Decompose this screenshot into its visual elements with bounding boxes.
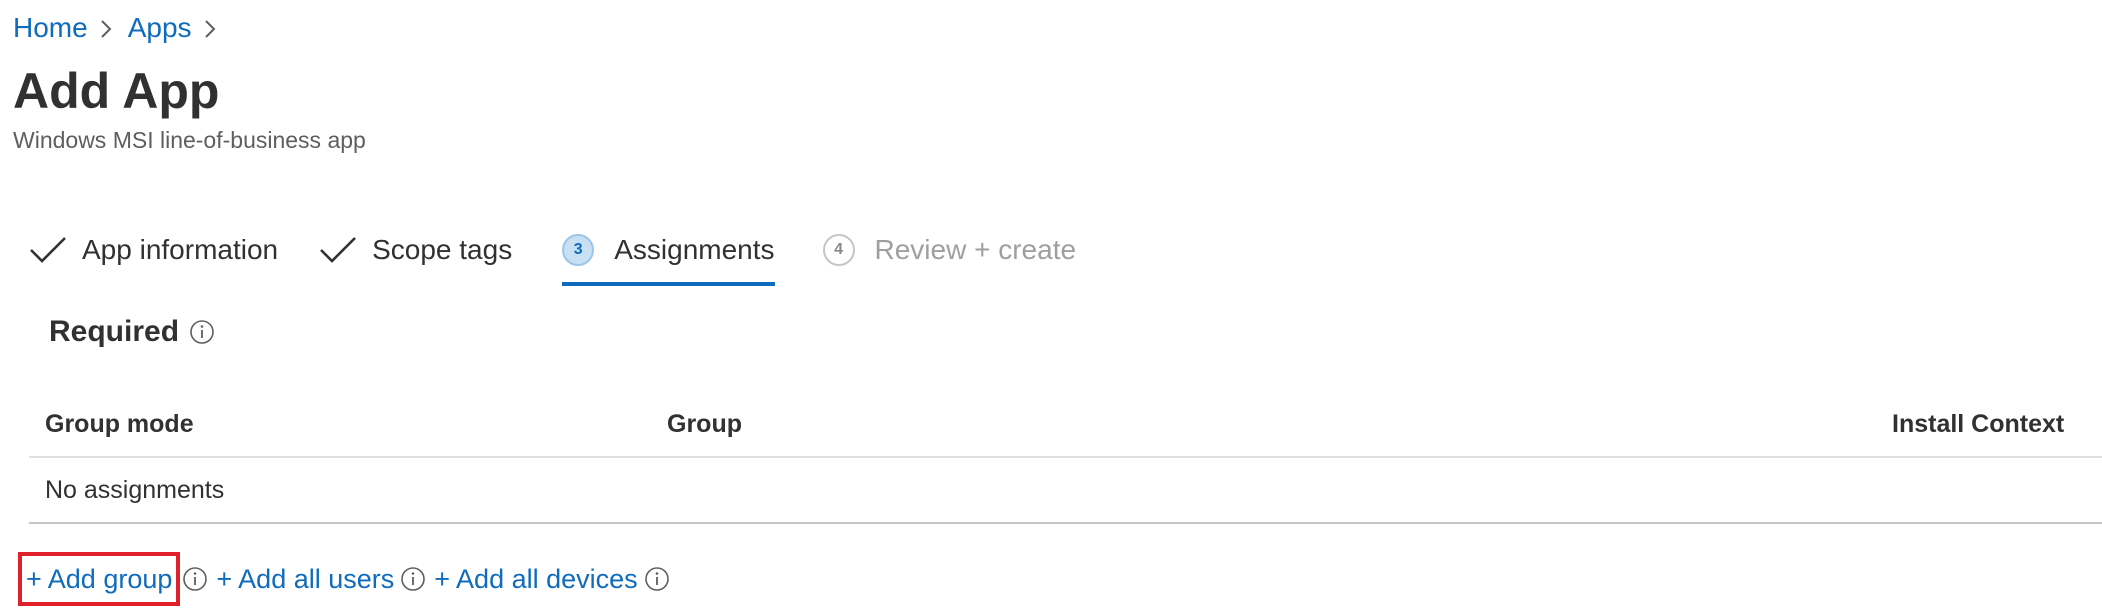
breadcrumb-apps-link[interactable]: Apps <box>128 10 192 46</box>
step-app-information[interactable]: App information <box>28 228 278 272</box>
step-number-badge: 4 <box>822 234 855 266</box>
table-header-row: Group mode Group Install Context <box>29 392 2102 458</box>
info-icon[interactable] <box>400 566 426 592</box>
add-all-users-link[interactable]: + Add all users <box>216 556 394 602</box>
add-all-devices-link[interactable]: + Add all devices <box>434 556 637 602</box>
required-section-title: Required <box>49 315 215 349</box>
step-review-create[interactable]: 4 Review + create <box>822 228 1077 272</box>
column-header-install-context: Install Context <box>1892 410 2065 438</box>
column-header-group-mode: Group mode <box>45 410 194 438</box>
section-title-label: Required <box>49 315 180 348</box>
page-subtitle: Windows MSI line-of-business app <box>13 127 366 153</box>
info-icon[interactable] <box>189 319 215 345</box>
empty-state-text: No assignments <box>45 476 225 504</box>
step-label: App information <box>82 234 279 265</box>
breadcrumb: Home Apps <box>13 10 232 46</box>
step-scope-tags[interactable]: Scope tags <box>318 228 512 272</box>
info-icon[interactable] <box>182 566 208 592</box>
step-label: Review + create <box>874 234 1077 265</box>
column-header-group: Group <box>667 410 742 438</box>
assignments-table: Group mode Group Install Context No assi… <box>29 392 2102 524</box>
step-assignments[interactable]: 3 Assignments <box>562 228 775 286</box>
step-label: Scope tags <box>372 234 513 265</box>
assignment-actions: + Add group + Add all users + Add all de… <box>17 552 678 606</box>
step-label: Assignments <box>614 234 775 265</box>
table-row: No assignments <box>29 458 2102 524</box>
page-title: Add App <box>13 63 220 119</box>
checkmark-icon <box>320 237 357 263</box>
step-number-badge: 3 <box>562 234 595 266</box>
checkmark-icon <box>30 237 66 263</box>
info-icon[interactable] <box>644 566 670 592</box>
chevron-right-icon <box>192 10 232 46</box>
breadcrumb-home-link[interactable]: Home <box>13 10 88 46</box>
add-group-link[interactable]: + Add group <box>17 552 181 606</box>
chevron-right-icon <box>88 10 128 46</box>
wizard-steps: App information Scope tags 3 Assignments… <box>28 228 1076 288</box>
